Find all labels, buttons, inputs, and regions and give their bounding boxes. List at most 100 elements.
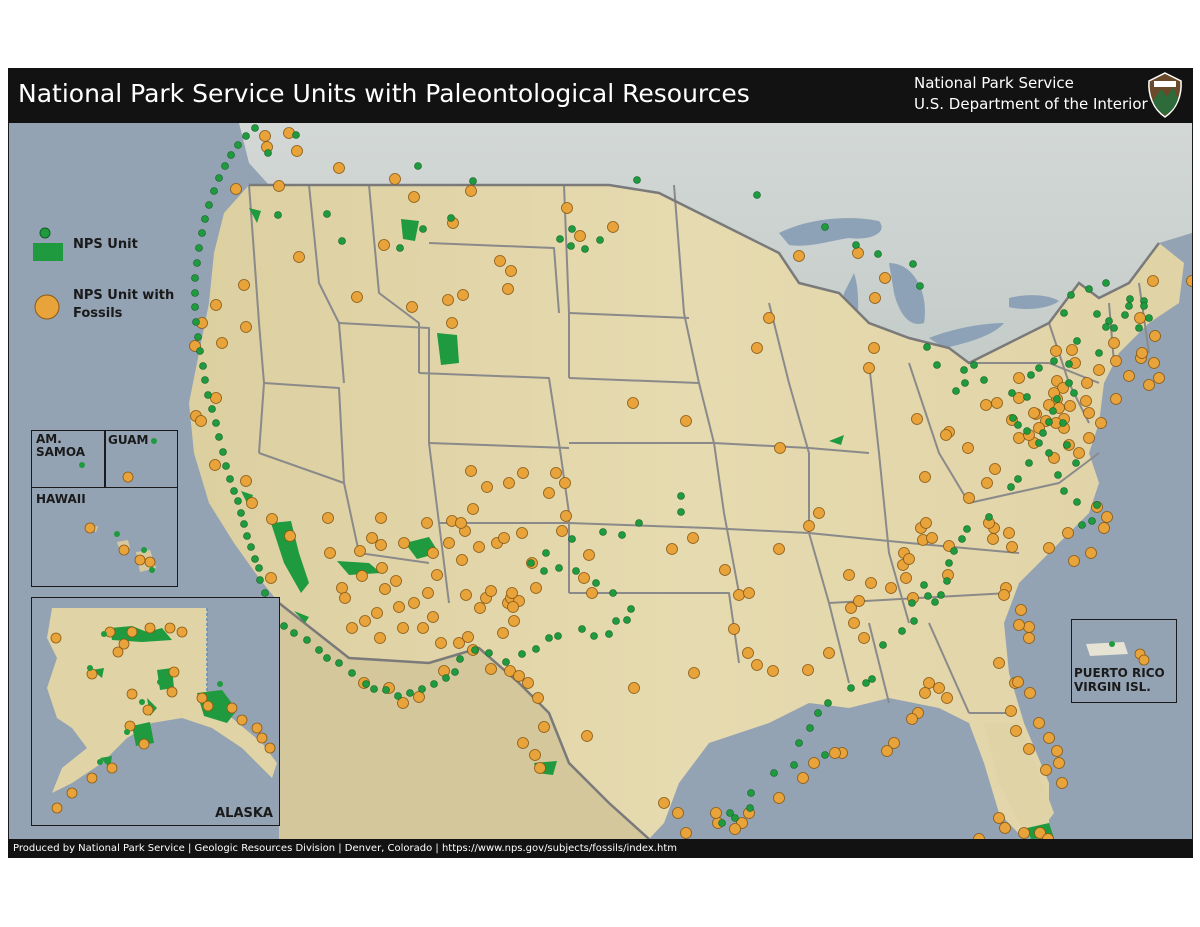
nps-unit-marker	[323, 210, 331, 218]
fossil-unit-marker	[408, 191, 420, 203]
nps-unit-marker	[950, 547, 958, 555]
fossil-unit-marker	[517, 467, 529, 479]
fossil-unit-marker	[503, 477, 515, 489]
fossil-unit-marker	[336, 582, 348, 594]
nps-unit-marker	[274, 211, 282, 219]
fossil-unit-marker	[1051, 745, 1063, 757]
nps-unit-marker	[1035, 364, 1043, 372]
fossil-unit-marker	[522, 677, 534, 689]
fossil-unit-marker	[1012, 676, 1024, 688]
fossil-unit-marker	[507, 601, 519, 613]
fossil-unit-marker	[465, 465, 477, 477]
fossil-unit-marker	[710, 807, 722, 819]
fossil-unit-marker	[1081, 377, 1093, 389]
fossil-unit-marker	[1110, 393, 1122, 405]
nps-unit-marker	[222, 462, 230, 470]
alaska-fossil-marker	[118, 638, 130, 650]
fossil-unit-marker	[508, 615, 520, 627]
nps-unit-marker	[1049, 407, 1057, 415]
fossil-unit-marker	[991, 397, 1003, 409]
nps-unit-marker	[1093, 501, 1101, 509]
fossil-unit-marker	[1015, 604, 1027, 616]
fossil-unit-marker	[375, 539, 387, 551]
nps-unit-marker	[821, 751, 829, 759]
fossil-unit-marker	[532, 692, 544, 704]
fossil-unit-marker	[293, 251, 305, 263]
nps-unit-marker	[251, 124, 259, 132]
fossil-unit-marker	[680, 827, 692, 839]
nps-unit-marker	[234, 497, 242, 505]
nps-unit-marker	[1039, 429, 1047, 437]
fossil-unit-marker	[1064, 400, 1076, 412]
nps-unit-marker	[419, 225, 427, 233]
fossil-unit-marker	[578, 572, 590, 584]
fossil-unit-marker	[1005, 705, 1017, 717]
fossil-unit-marker	[993, 812, 1005, 824]
nps-unit-marker	[920, 581, 928, 589]
nps-unit-marker	[215, 433, 223, 441]
nps-unit-marker	[1072, 459, 1080, 467]
fossil-unit-marker	[808, 757, 820, 769]
nps-unit-marker	[862, 679, 870, 687]
fossil-unit-marker	[240, 475, 252, 487]
alaska-fossil-marker	[142, 704, 154, 716]
fossil-unit-marker	[751, 659, 763, 671]
map-frame: National Park Service Units with Paleont…	[8, 68, 1193, 858]
fossil-unit-marker	[467, 503, 479, 515]
fossil-unit-marker	[230, 183, 242, 195]
agency-name: National Park Service	[914, 74, 1074, 92]
nps-unit-marker	[196, 347, 204, 355]
fossil-unit-marker	[1023, 632, 1035, 644]
fossil-unit-marker	[1013, 372, 1025, 384]
fossil-unit-marker	[534, 762, 546, 774]
nps-unit-marker	[633, 176, 641, 184]
nps-unit-marker	[518, 650, 526, 658]
nps-unit-marker	[215, 174, 223, 182]
fossil-unit-marker	[920, 517, 932, 529]
alaska-unit-marker	[101, 631, 107, 637]
fossil-unit-marker	[1056, 777, 1068, 789]
nps-unit-marker	[237, 509, 245, 517]
fossil-unit-marker	[743, 587, 755, 599]
fossil-unit-marker	[273, 180, 285, 192]
nps-unit-marker	[234, 141, 242, 149]
nps-unit-marker	[879, 641, 887, 649]
fossil-unit-marker	[742, 647, 754, 659]
fossil-unit-marker	[687, 532, 699, 544]
nps-unit-marker	[191, 303, 199, 311]
fossil-unit-marker	[431, 569, 443, 581]
alaska-fossil-marker	[168, 666, 180, 678]
fossil-unit-marker	[354, 545, 366, 557]
fossil-unit-marker	[1101, 511, 1113, 523]
nps-unit-marker	[502, 658, 510, 666]
fossil-unit-marker	[989, 463, 1001, 475]
alaska-fossil-marker	[236, 714, 248, 726]
fossil-unit-marker	[1134, 312, 1146, 324]
fossil-unit-marker	[543, 487, 555, 499]
nps-unit-marker	[447, 214, 455, 222]
alaska-fossil-marker	[251, 722, 263, 734]
legend-fossil-line1: NPS Unit with	[73, 288, 175, 303]
fossil-unit-marker	[498, 532, 510, 544]
alaska-fossil-marker	[264, 742, 276, 754]
fossil-unit-marker	[456, 554, 468, 566]
nps-unit-marker	[770, 769, 778, 777]
alaska-unit-marker	[124, 729, 130, 735]
nps-unit-marker	[1110, 324, 1118, 332]
virgin-islands-line: VIRGIN ISL.	[1074, 680, 1151, 694]
fossil-unit-marker	[1023, 621, 1035, 633]
fossil-unit-marker	[376, 562, 388, 574]
fossil-unit-marker	[1143, 379, 1155, 391]
alaska-fossil-marker	[50, 632, 62, 644]
nps-unit-marker	[806, 724, 814, 732]
fossil-unit-marker	[751, 342, 763, 354]
alaska-fossil-marker	[86, 772, 98, 784]
fossil-unit-marker	[858, 632, 870, 644]
fossil-unit-marker	[550, 467, 562, 479]
fossil-unit-marker	[216, 337, 228, 349]
hawaii-markers	[84, 522, 156, 573]
fossil-unit-marker	[1108, 337, 1120, 349]
nps-unit-marker	[590, 632, 598, 640]
nps-unit-marker	[545, 634, 553, 642]
nps-unit-marker	[814, 709, 822, 717]
